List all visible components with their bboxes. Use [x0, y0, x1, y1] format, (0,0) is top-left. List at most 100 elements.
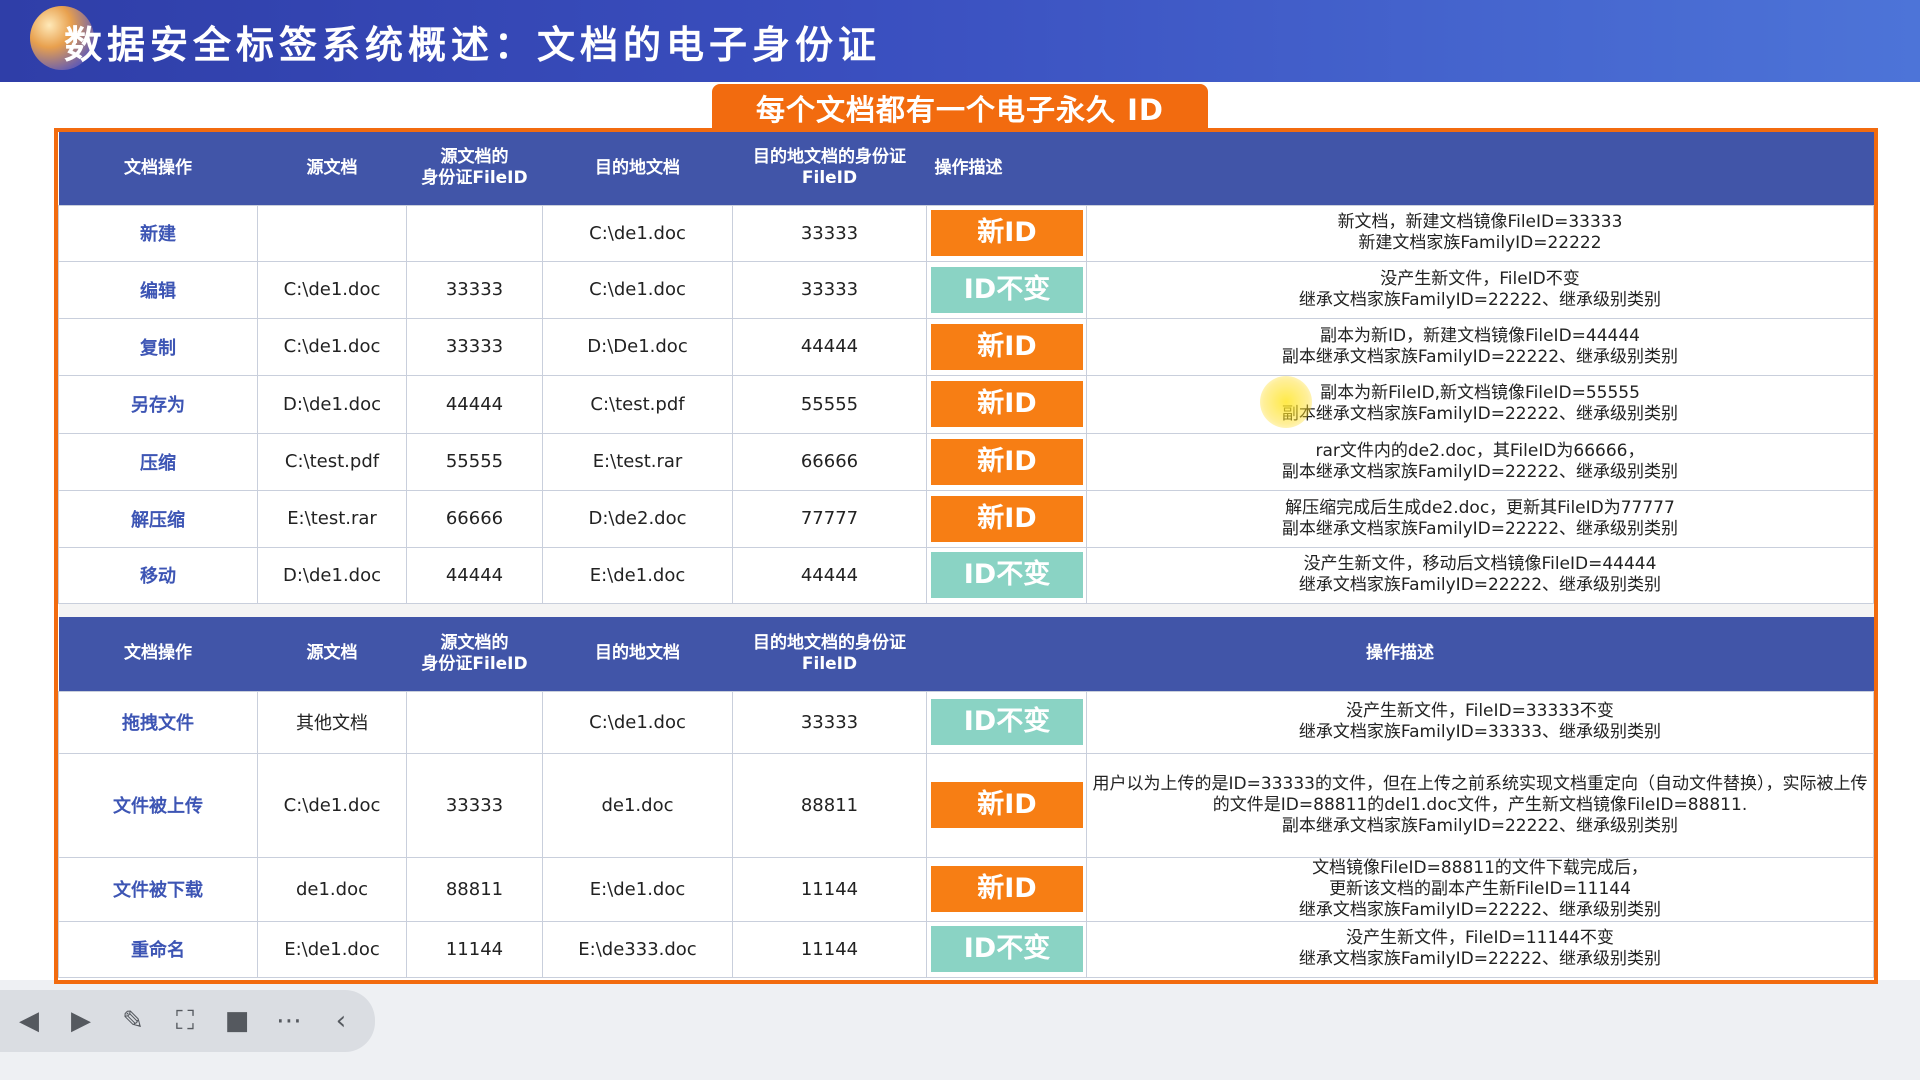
desc-cell: 文档镜像FileID=88811的文件下载完成后， 更新该文档的副本产生新File… — [1086, 856, 1874, 922]
page-title: 数据安全标签系统概述：文档的电子身份证 — [64, 23, 882, 67]
dst-cell: E:\de1.doc — [542, 856, 733, 922]
src-id-cell: 44444 — [406, 374, 543, 434]
header-desc: 操作描述 — [926, 617, 1874, 691]
desc-cell: 没产生新文件，FileID=33333不变 继承文档家族FamilyID=3333… — [1086, 690, 1874, 754]
table-row: 新建 C:\de1.doc 33333 新ID 新文档，新建文档镜像FileID=333… — [58, 204, 1874, 262]
collapse-icon[interactable]: ‹ — [326, 1006, 356, 1036]
new-id-badge: 新ID — [931, 323, 1083, 370]
src-id-cell: 33333 — [406, 752, 543, 858]
dst-cell: D:\de2.doc — [542, 489, 733, 548]
dst-id-cell: 11144 — [732, 856, 927, 922]
camera-icon[interactable]: ■ — [222, 1006, 252, 1036]
src-id-cell: 88811 — [406, 856, 543, 922]
src-cell: C:\de1.doc — [257, 317, 407, 376]
header-src-id: 源文档的 身份证FileID — [406, 617, 543, 691]
table2-header: 文档操作 源文档 源文档的 身份证FileID 目的地文档 目的地文档的身份证 Fi… — [58, 617, 1874, 691]
dst-id-cell: 77777 — [732, 489, 927, 548]
id-unchanged-badge: ID不变 — [931, 699, 1083, 745]
op-cell: 另存为 — [58, 374, 258, 434]
badge-cell: 新ID — [926, 204, 1087, 262]
op-cell: 文件被上传 — [58, 752, 258, 858]
table-row: 复制 C:\de1.doc 33333 D:\De1.doc 44444 新ID 副本为新I… — [58, 317, 1874, 376]
dst-id-cell: 33333 — [732, 260, 927, 319]
badge-cell: 新ID — [926, 856, 1087, 922]
op-cell: 移动 — [58, 546, 258, 604]
table-row: 文件被上传 C:\de1.doc 33333 de1.doc 88811 新ID 用户以为上… — [58, 752, 1874, 858]
src-cell — [257, 204, 407, 262]
header-op: 文档操作 — [58, 617, 258, 691]
dst-id-cell: 44444 — [732, 546, 927, 604]
dst-id-cell: 55555 — [732, 374, 927, 434]
op-cell: 拖拽文件 — [58, 690, 258, 754]
desc-cell: 副本为新FileID,新文档镜像FileID=55555 副本继承文档家族Fami… — [1086, 374, 1874, 434]
table-row: 编辑 C:\de1.doc 33333 C:\de1.doc 33333 ID不变 没产生新… — [58, 260, 1874, 319]
new-id-badge: 新ID — [931, 381, 1083, 427]
badge-cell: ID不变 — [926, 260, 1087, 319]
dst-id-cell: 66666 — [732, 432, 927, 491]
table-frame: 文档操作 源文档 源文档的 身份证FileID 目的地文档 目的地文档的身份证 Fi… — [54, 128, 1878, 984]
op-cell: 复制 — [58, 317, 258, 376]
dst-cell: E:\de333.doc — [542, 920, 733, 978]
header-src: 源文档 — [257, 617, 407, 691]
desc-cell: 解压缩完成后生成de2.doc，更新其FileID为77777 副本继承文档家族F… — [1086, 489, 1874, 548]
dst-cell: E:\de1.doc — [542, 546, 733, 604]
id-unchanged-badge: ID不变 — [931, 552, 1083, 598]
src-cell: E:\test.rar — [257, 489, 407, 548]
table-row: 压缩 C:\test.pdf 55555 E:\test.rar 66666 新ID rar… — [58, 432, 1874, 491]
dst-cell: C:\de1.doc — [542, 690, 733, 754]
op-cell: 新建 — [58, 204, 258, 262]
play-icon[interactable]: ▶ — [66, 1006, 96, 1036]
table-row: 文件被下载 de1.doc 88811 E:\de1.doc 11144 新ID 文档镜像F… — [58, 856, 1874, 922]
subtitle-tab: 每个文档都有一个电子永久 ID — [712, 84, 1208, 132]
dst-id-cell: 11144 — [732, 920, 927, 978]
src-id-cell: 44444 — [406, 546, 543, 604]
header-dst-id: 目的地文档的身份证 FileID — [732, 617, 927, 691]
src-id-cell: 66666 — [406, 489, 543, 548]
header-dst: 目的地文档 — [542, 617, 733, 691]
table-row: 重命名 E:\de1.doc 11144 E:\de333.doc 11144 ID不变没… — [58, 920, 1874, 978]
badge-cell: ID不变 — [926, 546, 1087, 604]
src-id-cell: 11144 — [406, 920, 543, 978]
badge-cell: ID不变 — [926, 690, 1087, 754]
header-dst-id: 目的地文档的身份证 FileID — [732, 132, 927, 205]
title-bar: 数据安全标签系统概述：文档的电子身份证 — [0, 0, 1920, 82]
desc-cell: 新文档，新建文档镜像FileID=33333 新建文档家族FamilyID=222… — [1086, 204, 1874, 262]
operations-table: 文档操作 源文档 源文档的 身份证FileID 目的地文档 目的地文档的身份证 Fi… — [58, 132, 1874, 978]
new-id-badge: 新ID — [931, 438, 1083, 485]
op-cell: 编辑 — [58, 260, 258, 319]
src-cell: D:\de1.doc — [257, 374, 407, 434]
header-desc: 操作描述 — [926, 132, 1874, 205]
more-icon[interactable]: ⋯ — [274, 1006, 304, 1036]
new-id-badge: 新ID — [931, 866, 1083, 912]
table-row: 另存为 D:\de1.doc 44444 C:\test.pdf 55555 新ID 副本为… — [58, 374, 1874, 434]
table-row: 移动 D:\de1.doc 44444 E:\de1.doc 44444 ID不变 没产生新… — [58, 546, 1874, 604]
dst-cell: D:\De1.doc — [542, 317, 733, 376]
table-gap — [58, 603, 1874, 617]
badge-cell: ID不变 — [926, 920, 1087, 978]
table1-header: 文档操作 源文档 源文档的 身份证FileID 目的地文档 目的地文档的身份证 Fi… — [58, 132, 1874, 205]
badge-cell: 新ID — [926, 489, 1087, 548]
dst-id-cell: 33333 — [732, 690, 927, 754]
op-cell: 解压缩 — [58, 489, 258, 548]
dst-id-cell: 33333 — [732, 204, 927, 262]
op-cell: 压缩 — [58, 432, 258, 491]
src-id-cell — [406, 204, 543, 262]
screenshot-icon[interactable]: ⛶ — [170, 1006, 200, 1036]
id-unchanged-badge: ID不变 — [931, 266, 1083, 313]
dst-id-cell: 88811 — [732, 752, 927, 858]
dst-id-cell: 44444 — [732, 317, 927, 376]
desc-cell: rar文件内的de2.doc，其FileID为66666， 副本继承文档家族Fam… — [1086, 432, 1874, 491]
op-cell: 重命名 — [58, 920, 258, 978]
desc-cell: 没产生新文件，FileID不变 继承文档家族FamilyID=22222、继承级别… — [1086, 260, 1874, 319]
pen-icon[interactable]: ✎ — [118, 1006, 148, 1036]
header-src: 源文档 — [257, 132, 407, 205]
new-id-badge: 新ID — [931, 210, 1083, 256]
dst-cell: E:\test.rar — [542, 432, 733, 491]
src-id-cell: 33333 — [406, 317, 543, 376]
src-id-cell — [406, 690, 543, 754]
src-cell: C:\test.pdf — [257, 432, 407, 491]
prev-icon[interactable]: ◀ — [14, 1006, 44, 1036]
op-cell: 文件被下载 — [58, 856, 258, 922]
src-cell: E:\de1.doc — [257, 920, 407, 978]
src-cell: 其他文档 — [257, 690, 407, 754]
